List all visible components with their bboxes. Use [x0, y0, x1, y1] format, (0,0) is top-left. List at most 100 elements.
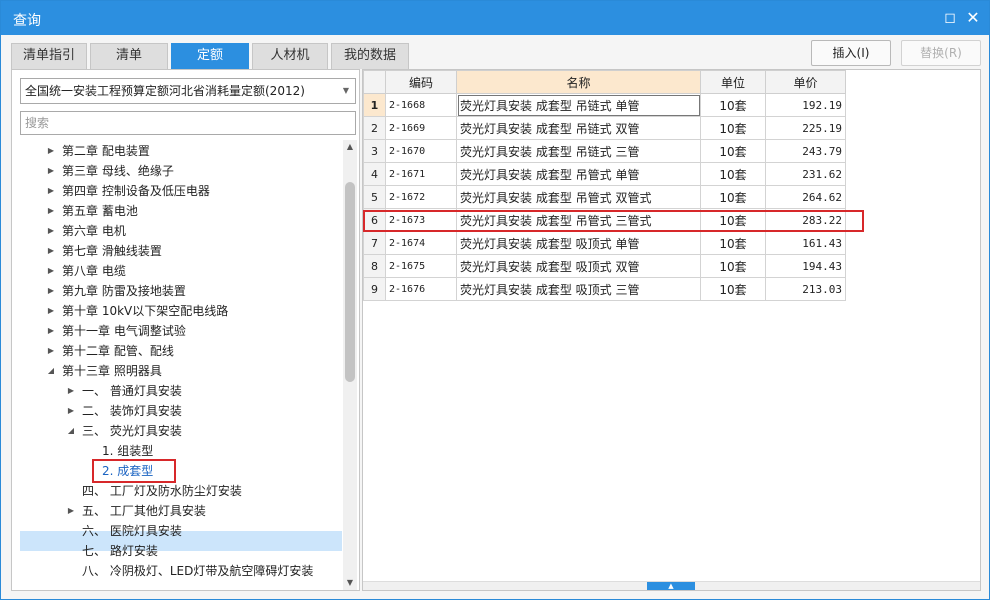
tab-quota[interactable]: 定额: [171, 43, 249, 69]
unit-cell[interactable]: 10套: [700, 254, 766, 278]
tree-item[interactable]: 一、 普通灯具安装: [82, 381, 182, 401]
close-icon[interactable]: ✕: [964, 9, 982, 27]
tree-collapsed-icon[interactable]: ▶: [46, 147, 56, 155]
name-cell[interactable]: 荧光灯具安装 成套型 吊链式 三管: [456, 139, 701, 163]
price-cell[interactable]: 192.19: [765, 93, 846, 117]
tree-collapsed-icon[interactable]: ▶: [46, 347, 56, 355]
scrollbar-thumb[interactable]: [345, 182, 355, 382]
name-cell[interactable]: 荧光灯具安装 成套型 吊链式 双管: [456, 116, 701, 140]
name-cell[interactable]: 荧光灯具安装 成套型 吸顶式 单管: [456, 231, 701, 255]
code-cell[interactable]: 2-1672: [385, 185, 457, 209]
column-header-code[interactable]: 编码: [385, 70, 457, 94]
unit-cell[interactable]: 10套: [700, 185, 766, 209]
unit-cell[interactable]: 10套: [700, 162, 766, 186]
row-number-cell[interactable]: 8: [363, 254, 386, 278]
tree-expanded-icon[interactable]: ◢: [46, 367, 56, 375]
price-cell[interactable]: 243.79: [765, 139, 846, 163]
tree-item[interactable]: 第八章 电缆: [62, 261, 126, 281]
unit-cell[interactable]: 10套: [700, 116, 766, 140]
tree-expanded-icon[interactable]: ◢: [66, 427, 76, 435]
tree-item[interactable]: 二、 装饰灯具安装: [82, 401, 182, 421]
scroll-down-icon[interactable]: ▼: [343, 576, 357, 590]
tree-collapsed-icon[interactable]: ▶: [46, 227, 56, 235]
table-row[interactable]: 2 2-1669 荧光灯具安装 成套型 吊链式 双管 10套 225.19: [363, 116, 846, 140]
replace-button[interactable]: 替换(R): [901, 40, 981, 66]
table-row[interactable]: 4 2-1671 荧光灯具安装 成套型 吊管式 单管 10套 231.62: [363, 162, 846, 186]
code-cell[interactable]: 2-1674: [385, 231, 457, 255]
price-cell[interactable]: 213.03: [765, 277, 846, 301]
code-cell[interactable]: 2-1670: [385, 139, 457, 163]
tree-item[interactable]: 第九章 防雷及接地装置: [62, 281, 186, 301]
price-cell[interactable]: 194.43: [765, 254, 846, 278]
tree-collapsed-icon[interactable]: ▶: [46, 187, 56, 195]
row-number-cell[interactable]: 4: [363, 162, 386, 186]
price-cell[interactable]: 231.62: [765, 162, 846, 186]
price-cell[interactable]: 225.19: [765, 116, 846, 140]
name-cell[interactable]: 荧光灯具安装 成套型 吊链式 单管: [456, 93, 701, 117]
tree-item[interactable]: 七、 路灯安装: [82, 541, 158, 561]
column-header-price[interactable]: 单价: [765, 70, 846, 94]
code-cell[interactable]: 2-1668: [385, 93, 457, 117]
code-cell[interactable]: 2-1671: [385, 162, 457, 186]
scroll-up-icon[interactable]: ▲: [343, 140, 357, 154]
name-cell[interactable]: 荧光灯具安装 成套型 吸顶式 双管: [456, 254, 701, 278]
table-row[interactable]: 9 2-1676 荧光灯具安装 成套型 吸顶式 三管 10套 213.03: [363, 277, 846, 301]
column-header-name[interactable]: 名称: [456, 70, 701, 94]
tree-item[interactable]: 第五章 蓄电池: [62, 201, 138, 221]
unit-cell[interactable]: 10套: [700, 93, 766, 117]
tree-collapsed-icon[interactable]: ▶: [46, 287, 56, 295]
code-cell[interactable]: 2-1675: [385, 254, 457, 278]
tree-item[interactable]: 第六章 电机: [62, 221, 126, 241]
collapse-up-icon[interactable]: ▲: [647, 582, 695, 590]
name-cell[interactable]: 荧光灯具安装 成套型 吸顶式 三管: [456, 277, 701, 301]
tab-bill[interactable]: 清单: [90, 43, 168, 69]
tree-collapsed-icon[interactable]: ▶: [46, 167, 56, 175]
tree-item[interactable]: 六、 医院灯具安装: [82, 521, 182, 541]
table-row[interactable]: 5 2-1672 荧光灯具安装 成套型 吊管式 双管式 10套 264.62: [363, 185, 846, 209]
insert-button[interactable]: 插入(I): [811, 40, 891, 66]
tree-item[interactable]: 三、 荧光灯具安装: [82, 421, 182, 441]
code-cell[interactable]: 2-1669: [385, 116, 457, 140]
name-cell[interactable]: 荧光灯具安装 成套型 吊管式 单管: [456, 162, 701, 186]
row-number-cell[interactable]: 7: [363, 231, 386, 255]
row-number-cell[interactable]: 2: [363, 116, 386, 140]
tree-item[interactable]: 第七章 滑触线装置: [62, 241, 162, 261]
tree-item[interactable]: 第十章 10kV以下架空配电线路: [62, 301, 228, 321]
tab-labor-material-machine[interactable]: 人材机: [252, 43, 328, 69]
row-number-cell[interactable]: 3: [363, 139, 386, 163]
library-select[interactable]: 全国统一安装工程预算定额河北省消耗量定额(2012) ▼: [20, 78, 356, 104]
price-cell[interactable]: 264.62: [765, 185, 846, 209]
tree-item[interactable]: 第三章 母线、绝缘子: [62, 161, 174, 181]
code-cell[interactable]: 2-1676: [385, 277, 457, 301]
tree-collapsed-icon[interactable]: ▶: [46, 207, 56, 215]
tab-my-data[interactable]: 我的数据: [331, 43, 409, 69]
tree-item[interactable]: 第十二章 配管、配线: [62, 341, 174, 361]
unit-cell[interactable]: 10套: [700, 231, 766, 255]
tree-item[interactable]: 第二章 配电装置: [62, 141, 150, 161]
tree-item[interactable]: 四、 工厂灯及防水防尘灯安装: [82, 481, 242, 501]
tree-item[interactable]: 第十三章 照明器具: [62, 361, 162, 381]
name-cell[interactable]: 荧光灯具安装 成套型 吊管式 双管式: [456, 185, 701, 209]
tree-collapsed-icon[interactable]: ▶: [46, 327, 56, 335]
tree-item[interactable]: 1. 组装型: [102, 441, 153, 461]
tree-scrollbar[interactable]: ▲ ▼: [343, 140, 357, 590]
table-row[interactable]: 3 2-1670 荧光灯具安装 成套型 吊链式 三管 10套 243.79: [363, 139, 846, 163]
tree-item[interactable]: 第十一章 电气调整试验: [62, 321, 186, 341]
tab-bill-guide[interactable]: 清单指引: [11, 43, 87, 69]
tree-item[interactable]: 八、 冷阴极灯、LED灯带及航空障碍灯安装: [82, 561, 313, 581]
unit-cell[interactable]: 10套: [700, 277, 766, 301]
table-row[interactable]: 8 2-1675 荧光灯具安装 成套型 吸顶式 双管 10套 194.43: [363, 254, 846, 278]
row-number-cell[interactable]: 9: [363, 277, 386, 301]
tree-item[interactable]: 第四章 控制设备及低压电器: [62, 181, 210, 201]
tree-collapsed-icon[interactable]: ▶: [46, 307, 56, 315]
table-row[interactable]: 1 2-1668 荧光灯具安装 成套型 吊链式 单管 10套 192.19: [363, 93, 846, 117]
search-input[interactable]: [20, 111, 356, 135]
row-number-cell[interactable]: 5: [363, 185, 386, 209]
tree-item[interactable]: 五、 工厂其他灯具安装: [82, 501, 206, 521]
tree-collapsed-icon[interactable]: ▶: [46, 267, 56, 275]
tree-collapsed-icon[interactable]: ▶: [66, 507, 76, 515]
row-number-cell[interactable]: 1: [363, 93, 386, 117]
table-row[interactable]: 7 2-1674 荧光灯具安装 成套型 吸顶式 单管 10套 161.43: [363, 231, 846, 255]
column-header-unit[interactable]: 单位: [700, 70, 766, 94]
price-cell[interactable]: 161.43: [765, 231, 846, 255]
